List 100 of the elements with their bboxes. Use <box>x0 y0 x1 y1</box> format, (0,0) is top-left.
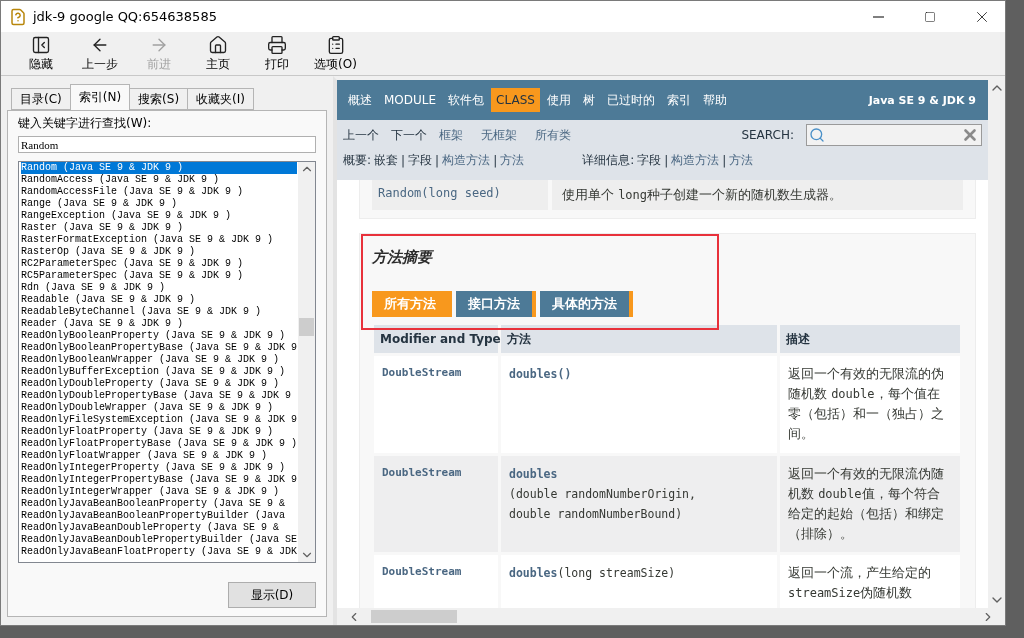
detail-link[interactable]: 字段 <box>637 152 662 169</box>
panel-icon <box>30 35 51 55</box>
index-item[interactable]: RangeException (Java SE 9 & JDK 9 ) <box>21 210 298 222</box>
separator: | <box>435 153 440 168</box>
index-item[interactable]: Range (Java SE 9 & JDK 9 ) <box>21 198 298 210</box>
summary-link[interactable]: 方法 <box>500 152 525 169</box>
nav-link[interactable]: 已过时的 <box>601 86 660 114</box>
summary-link[interactable]: 嵌套 <box>374 152 399 169</box>
description-cell: 返回一个有效的无限流伪随机数 double值，每个符合给定的起始（包括）和绑定（排除）。 <box>780 456 960 552</box>
index-item[interactable]: ReadOnlyJavaBeanDoublePropertyBuilder (Java SE <box>21 534 298 546</box>
column-header: Modifier and Type <box>374 325 498 353</box>
index-item[interactable]: ReadOnlyJavaBeanBooleanProperty (Java SE 9 & <box>21 498 298 510</box>
nav-link[interactable]: 树 <box>577 86 600 114</box>
index-item[interactable]: Reader (Java SE 9 & JDK 9 ) <box>21 318 298 330</box>
separator: | <box>664 153 669 168</box>
index-item[interactable]: ReadOnlyIntegerWrapper (Java SE 9 & JDK 9 ) <box>21 486 298 498</box>
search-icon <box>809 127 825 143</box>
sub-nav-link[interactable]: 框架 <box>439 126 463 144</box>
index-item[interactable]: ReadOnlyFloatProperty (Java SE 9 & JDK 9 ) <box>21 426 298 438</box>
toolbar-button[interactable]: 选项(O) <box>306 35 365 73</box>
summary-label: 概要: <box>343 152 372 169</box>
index-item[interactable]: ReadOnlyJavaBeanFloatProperty (Java SE 9 & JDK <box>21 546 298 558</box>
constructor-signature[interactable]: Random(long seed) <box>372 180 548 210</box>
index-item[interactable]: ReadOnlyBufferException (Java SE 9 & JDK 9 ) <box>21 366 298 378</box>
detail-link[interactable]: 构造方法 <box>671 152 720 169</box>
clear-icon[interactable] <box>961 126 979 144</box>
index-item[interactable]: Raster (Java SE 9 & JDK 9 ) <box>21 222 298 234</box>
list-scrollbar[interactable] <box>298 162 315 562</box>
index-item[interactable]: ReadOnlyIntegerProperty (Java SE 9 & JDK 9 ) <box>21 462 298 474</box>
detail-label: 详细信息: <box>582 152 635 169</box>
index-item[interactable]: Rdn (Java SE 9 & JDK 9 ) <box>21 282 298 294</box>
toolbar-button[interactable]: 隐藏 <box>11 35 70 73</box>
method-link[interactable]: doubles() <box>509 367 572 381</box>
method-tab[interactable]: 接口方法 <box>456 291 536 317</box>
index-item[interactable]: ReadableByteChannel (Java SE 9 & JDK 9 ) <box>21 306 298 318</box>
index-item[interactable]: ReadOnlyIntegerPropertyBase (Java SE 9 & JDK 9 <box>21 474 298 486</box>
maximize-icon <box>924 10 936 23</box>
index-item[interactable]: ReadOnlyBooleanProperty (Java SE 9 & JDK 9 ) <box>21 330 298 342</box>
constructor-description: 使用单个 long种子创建一个新的随机数生成器。 <box>552 180 963 210</box>
separator: | <box>401 153 406 168</box>
sub-nav-link[interactable]: 无框架 <box>481 126 517 144</box>
index-item[interactable]: RasterOp (Java SE 9 & JDK 9 ) <box>21 246 298 258</box>
index-item[interactable]: Random (Java SE 9 & JDK 9 ) <box>21 162 297 174</box>
index-item[interactable]: RasterFormatException (Java SE 9 & JDK 9 ) <box>21 234 298 246</box>
scroll-thumb[interactable] <box>371 610 457 623</box>
index-item[interactable]: Readable (Java SE 9 & JDK 9 ) <box>21 294 298 306</box>
keyword-field[interactable]: Random <box>18 136 316 153</box>
horizontal-scrollbar[interactable] <box>337 608 1005 625</box>
pane-tab[interactable]: 目录(C) <box>11 88 71 110</box>
summary-link[interactable]: 字段 <box>408 152 433 169</box>
section-heading: 方法摘要 <box>372 248 435 267</box>
method-tab[interactable]: 具体的方法 <box>540 291 633 317</box>
method-cell: doubles(long streamSize) <box>501 555 777 608</box>
index-item[interactable]: ReadOnlyFloatPropertyBase (Java SE 9 & JDK 9 ) <box>21 438 298 450</box>
index-item[interactable]: ReadOnlyDoubleWrapper (Java SE 9 & JDK 9 ) <box>21 402 298 414</box>
nav-link[interactable]: 使用 <box>541 86 576 114</box>
nav-link[interactable]: 帮助 <box>697 86 732 114</box>
type-cell: DoubleStream <box>374 356 498 453</box>
index-item[interactable]: RandomAccess (Java SE 9 & JDK 9 ) <box>21 174 298 186</box>
toolbar-button[interactable]: 上一步 <box>70 35 129 73</box>
sub-nav-link[interactable]: 下一个 <box>391 126 427 144</box>
type-cell: DoubleStream <box>374 456 498 552</box>
toolbar-button[interactable]: 主页 <box>188 35 247 73</box>
nav-link[interactable]: 概述 <box>343 86 377 114</box>
search-field[interactable] <box>806 124 982 146</box>
method-cell: doubles (double randomNumberOrigin, double randomNumberBound) <box>501 456 777 552</box>
index-item[interactable]: RandomAccessFile (Java SE 9 & JDK 9 ) <box>21 186 298 198</box>
index-item[interactable]: ReadOnlyDoubleProperty (Java SE 9 & JDK 9 ) <box>21 378 298 390</box>
column-header: 描述 <box>780 325 960 353</box>
home-icon <box>207 35 228 55</box>
index-item[interactable]: ReadOnlyDoublePropertyBase (Java SE 9 & JDK 9 <box>21 390 298 402</box>
pane-tab[interactable]: 索引(N) <box>69 84 131 110</box>
index-item[interactable]: RC2ParameterSpec (Java SE 9 & JDK 9 ) <box>21 258 298 270</box>
nav-link[interactable]: 索引 <box>661 86 696 114</box>
pane-tab[interactable]: 收藏夹(I) <box>187 88 254 110</box>
nav-title: Java SE 9 & JDK 9 <box>868 93 977 107</box>
detail-link[interactable]: 方法 <box>729 152 754 169</box>
method-link[interactable]: doubles <box>509 467 558 481</box>
sub-nav-link[interactable]: 所有类 <box>535 126 571 144</box>
nav-link[interactable]: CLASS <box>491 88 540 112</box>
sub-nav-link[interactable]: 上一个 <box>343 126 379 144</box>
index-item[interactable]: ReadOnlyJavaBeanDoubleProperty (Java SE 9 & <box>21 522 298 534</box>
method-link[interactable]: doubles <box>509 566 558 580</box>
scroll-thumb[interactable] <box>299 318 314 336</box>
window-title: jdk-9 google QQ:654638585 <box>33 9 218 24</box>
summary-link[interactable]: 构造方法 <box>442 152 491 169</box>
index-item[interactable]: ReadOnlyFileSystemException (Java SE 9 & JDK 9 <box>21 414 298 426</box>
index-item[interactable]: ReadOnlyBooleanWrapper (Java SE 9 & JDK 9 ) <box>21 354 298 366</box>
index-item[interactable]: RC5ParameterSpec (Java SE 9 & JDK 9 ) <box>21 270 298 282</box>
index-item[interactable]: ReadOnlyFloatWrapper (Java SE 9 & JDK 9 ) <box>21 450 298 462</box>
type-cell: DoubleStream <box>374 555 498 608</box>
index-item[interactable]: ReadOnlyJavaBeanBooleanPropertyBuilder (Java <box>21 510 298 522</box>
nav-link[interactable]: 软件包 <box>443 86 490 114</box>
minimize-icon <box>872 15 884 18</box>
display-button[interactable]: 显示(D) <box>228 582 316 608</box>
toolbar-button[interactable]: 打印 <box>247 35 306 73</box>
pane-tab[interactable]: 搜索(S) <box>129 88 189 110</box>
nav-link[interactable]: MODULE <box>379 88 442 112</box>
index-item[interactable]: ReadOnlyBooleanPropertyBase (Java SE 9 & JDK 9 <box>21 342 298 354</box>
separator: | <box>493 153 498 168</box>
